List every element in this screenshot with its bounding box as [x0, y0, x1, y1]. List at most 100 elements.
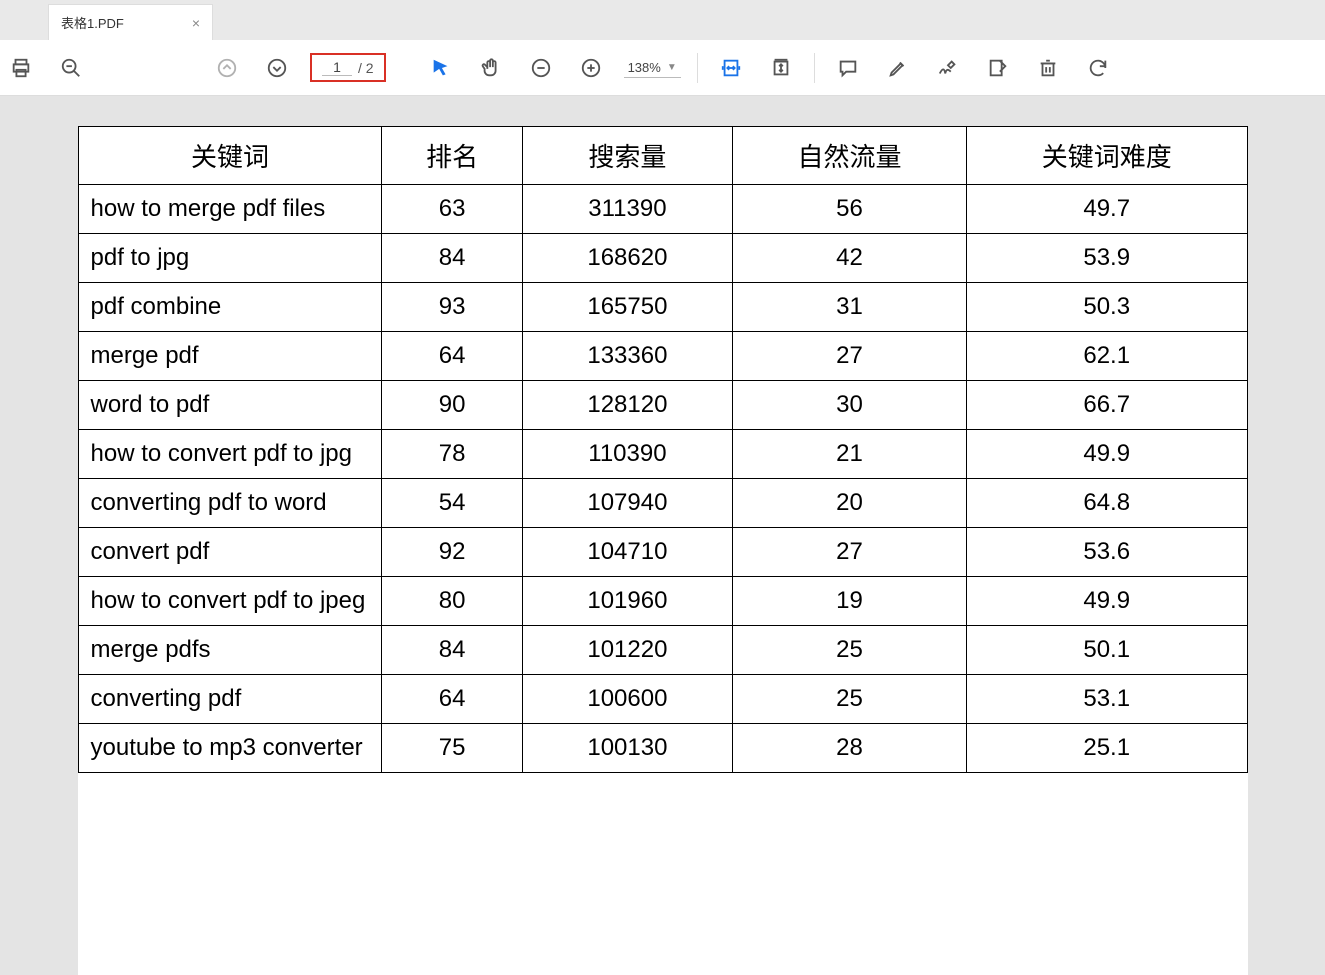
table-row: merge pdfs841012202550.1	[78, 626, 1247, 675]
page-current-input[interactable]	[322, 59, 352, 76]
cell-volume: 107940	[522, 479, 732, 528]
cell-rank: 84	[382, 626, 522, 675]
edit-page-icon[interactable]	[981, 51, 1015, 85]
cell-rank: 64	[382, 675, 522, 724]
table-row: merge pdf641333602762.1	[78, 332, 1247, 381]
fit-page-icon[interactable]	[764, 51, 798, 85]
tab-bar: 表格1.PDF ×	[0, 0, 1325, 40]
table-row: convert pdf921047102753.6	[78, 528, 1247, 577]
cell-volume: 168620	[522, 234, 732, 283]
zoom-in-icon[interactable]	[574, 51, 608, 85]
table-row: pdf combine931657503150.3	[78, 283, 1247, 332]
cell-difficulty: 49.9	[966, 577, 1247, 626]
cell-volume: 133360	[522, 332, 732, 381]
cell-traffic: 27	[733, 528, 967, 577]
table-row: converting pdf to word541079402064.8	[78, 479, 1247, 528]
highlight-icon[interactable]	[881, 51, 915, 85]
cell-difficulty: 50.1	[966, 626, 1247, 675]
zoom-out-magnifier-icon[interactable]	[54, 51, 88, 85]
cell-volume: 100130	[522, 724, 732, 773]
cell-difficulty: 62.1	[966, 332, 1247, 381]
cell-keyword: convert pdf	[78, 528, 382, 577]
pointer-tool-icon[interactable]	[424, 51, 458, 85]
cell-difficulty: 64.8	[966, 479, 1247, 528]
cell-difficulty: 50.3	[966, 283, 1247, 332]
page-up-icon[interactable]	[210, 51, 244, 85]
cell-traffic: 20	[733, 479, 967, 528]
document-tab[interactable]: 表格1.PDF ×	[48, 4, 213, 40]
cell-volume: 311390	[522, 185, 732, 234]
cell-traffic: 27	[733, 332, 967, 381]
cell-traffic: 31	[733, 283, 967, 332]
cell-traffic: 25	[733, 626, 967, 675]
header-difficulty: 关键词难度	[966, 127, 1247, 185]
sign-icon[interactable]	[931, 51, 965, 85]
table-row: pdf to jpg841686204253.9	[78, 234, 1247, 283]
cell-traffic: 28	[733, 724, 967, 773]
document-viewer[interactable]: 关键词 排名 搜索量 自然流量 关键词难度 how to merge pdf f…	[0, 96, 1325, 975]
cell-keyword: merge pdf	[78, 332, 382, 381]
cell-volume: 104710	[522, 528, 732, 577]
cell-keyword: youtube to mp3 converter	[78, 724, 382, 773]
toolbar: / 2 138% ▼	[0, 40, 1325, 96]
cell-keyword: how to merge pdf files	[78, 185, 382, 234]
cell-rank: 90	[382, 381, 522, 430]
table-row: converting pdf641006002553.1	[78, 675, 1247, 724]
cell-volume: 128120	[522, 381, 732, 430]
cell-traffic: 25	[733, 675, 967, 724]
fit-width-icon[interactable]	[714, 51, 748, 85]
cell-rank: 63	[382, 185, 522, 234]
cell-traffic: 19	[733, 577, 967, 626]
rotate-icon[interactable]	[1081, 51, 1115, 85]
zoom-select[interactable]: 138% ▼	[624, 58, 681, 78]
cell-difficulty: 53.9	[966, 234, 1247, 283]
zoom-out-icon[interactable]	[524, 51, 558, 85]
cell-difficulty: 53.6	[966, 528, 1247, 577]
cell-traffic: 21	[733, 430, 967, 479]
cell-keyword: pdf combine	[78, 283, 382, 332]
cell-volume: 165750	[522, 283, 732, 332]
zoom-value: 138%	[628, 60, 661, 75]
divider	[814, 53, 815, 83]
keyword-table: 关键词 排名 搜索量 自然流量 关键词难度 how to merge pdf f…	[78, 126, 1248, 773]
tab-title: 表格1.PDF	[61, 13, 124, 32]
cell-rank: 93	[382, 283, 522, 332]
cell-traffic: 56	[733, 185, 967, 234]
delete-icon[interactable]	[1031, 51, 1065, 85]
cell-volume: 100600	[522, 675, 732, 724]
table-row: how to convert pdf to jpeg801019601949.9	[78, 577, 1247, 626]
table-row: how to convert pdf to jpg781103902149.9	[78, 430, 1247, 479]
cell-traffic: 30	[733, 381, 967, 430]
table-header-row: 关键词 排名 搜索量 自然流量 关键词难度	[78, 127, 1247, 185]
header-rank: 排名	[382, 127, 522, 185]
page-indicator: / 2	[310, 53, 386, 82]
cell-rank: 80	[382, 577, 522, 626]
cell-difficulty: 53.1	[966, 675, 1247, 724]
cell-volume: 110390	[522, 430, 732, 479]
table-row: youtube to mp3 converter751001302825.1	[78, 724, 1247, 773]
cell-rank: 92	[382, 528, 522, 577]
cell-keyword: pdf to jpg	[78, 234, 382, 283]
cell-rank: 84	[382, 234, 522, 283]
cell-volume: 101960	[522, 577, 732, 626]
table-row: how to merge pdf files633113905649.7	[78, 185, 1247, 234]
cell-keyword: how to convert pdf to jpeg	[78, 577, 382, 626]
hand-tool-icon[interactable]	[474, 51, 508, 85]
print-icon[interactable]	[4, 51, 38, 85]
divider	[697, 53, 698, 83]
table-row: word to pdf901281203066.7	[78, 381, 1247, 430]
cell-keyword: converting pdf to word	[78, 479, 382, 528]
close-tab-icon[interactable]: ×	[192, 15, 200, 31]
cell-difficulty: 49.7	[966, 185, 1247, 234]
cell-difficulty: 66.7	[966, 381, 1247, 430]
pdf-page: 关键词 排名 搜索量 自然流量 关键词难度 how to merge pdf f…	[78, 126, 1248, 975]
cell-rank: 64	[382, 332, 522, 381]
cell-rank: 78	[382, 430, 522, 479]
comment-icon[interactable]	[831, 51, 865, 85]
cell-volume: 101220	[522, 626, 732, 675]
header-keyword: 关键词	[78, 127, 382, 185]
dropdown-icon: ▼	[667, 62, 677, 73]
page-down-icon[interactable]	[260, 51, 294, 85]
page-total: / 2	[358, 60, 374, 76]
cell-rank: 75	[382, 724, 522, 773]
